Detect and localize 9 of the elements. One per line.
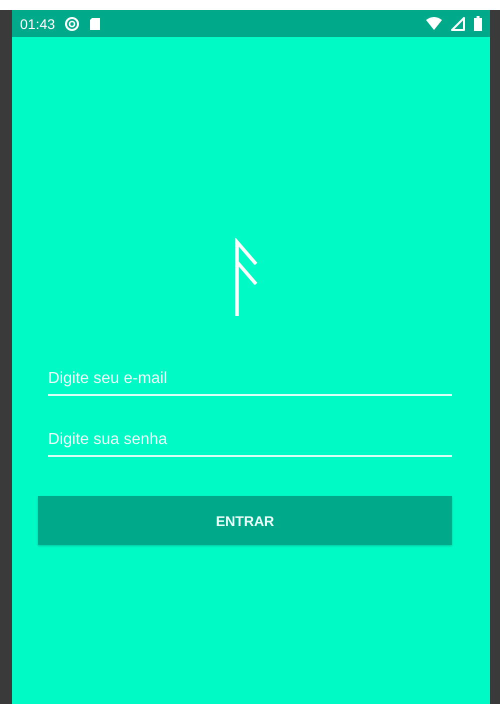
wifi-icon [426,16,442,30]
sd-card-icon [89,16,102,30]
notification-icon [64,16,80,32]
login-button[interactable]: ENTRAR [38,496,452,545]
input-field[interactable]: Digite seu e-mail [48,364,452,396]
battery-icon [474,16,482,31]
input-field[interactable]: Digite sua senha [48,425,452,457]
clock-time: 01:43 [20,16,56,32]
signal-icon [451,16,465,30]
